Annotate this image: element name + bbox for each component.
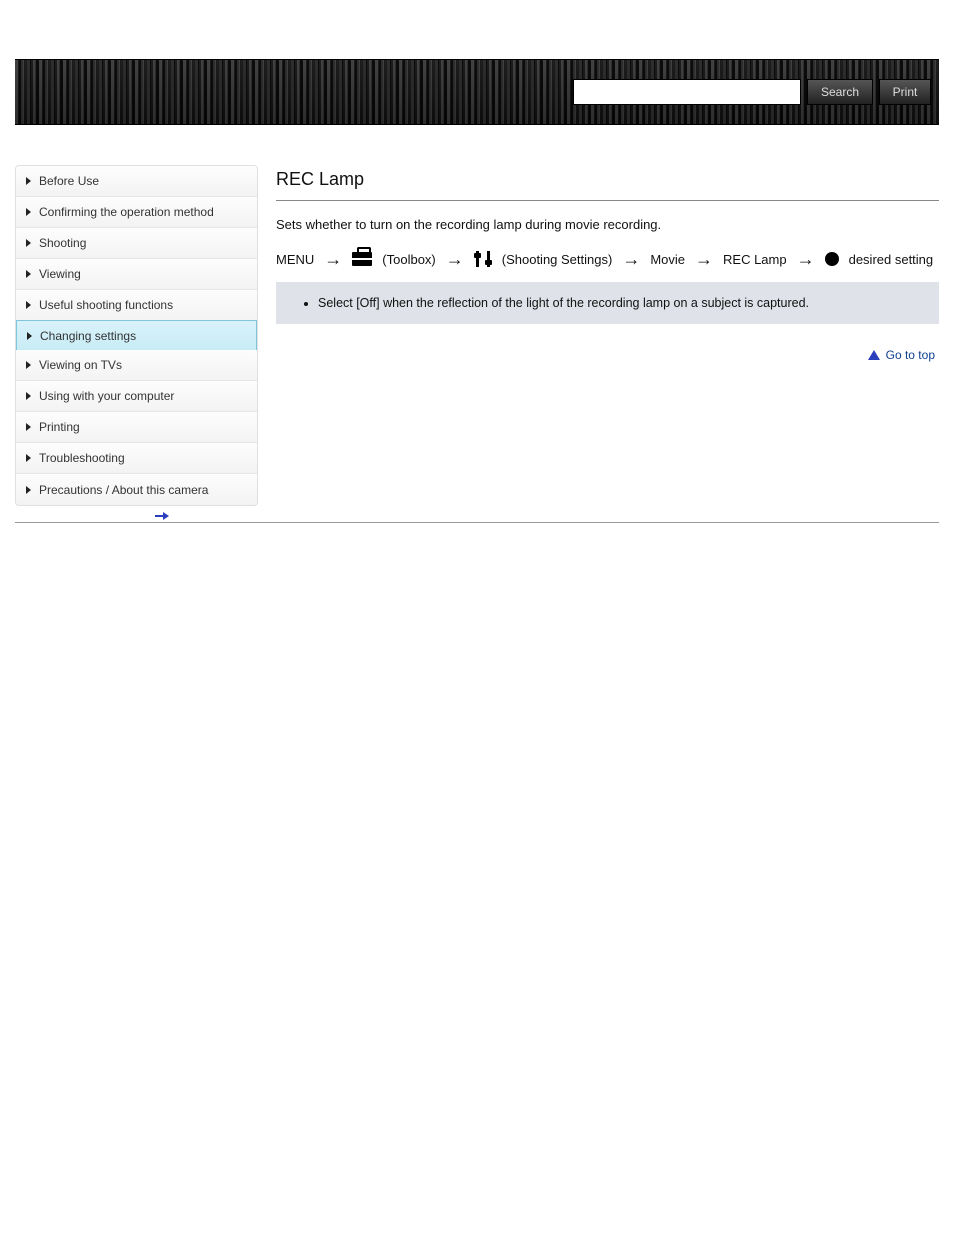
dot-icon [825, 252, 839, 266]
header-band: Search Print [15, 59, 939, 125]
sidebar-item-shooting[interactable]: Shooting [16, 228, 257, 259]
chevron-right-icon [26, 301, 31, 309]
chevron-right-icon [26, 361, 31, 369]
path-step: (Shooting Settings) [502, 252, 613, 267]
sidebar-item-label: Confirming the operation method [39, 205, 214, 219]
sidebar-item-label: Precautions / About this camera [39, 483, 208, 497]
sidebar-item-label: Troubleshooting [39, 451, 125, 465]
chevron-right-icon [26, 392, 31, 400]
chevron-right-icon [26, 239, 31, 247]
sidebar-item-precautions[interactable]: Precautions / About this camera [16, 474, 257, 505]
go-to-top-label: Go to top [886, 348, 935, 362]
sidebar-item-label: Using with your computer [39, 389, 174, 403]
arrow-right-icon: → [622, 250, 640, 268]
menu-path: MENU → (Toolbox) → (Shooting Settings) →… [276, 250, 939, 268]
arrow-right-icon [155, 512, 169, 520]
path-lead: MENU [276, 252, 314, 267]
path-step: (Toolbox) [382, 252, 435, 267]
toolbox-icon [352, 252, 372, 266]
sidebar-item-label: Viewing on TVs [39, 358, 122, 372]
divider [276, 200, 939, 201]
chevron-right-icon [26, 208, 31, 216]
path-step: Movie [650, 252, 685, 267]
search-button[interactable]: Search [807, 79, 873, 105]
triangle-up-icon [868, 350, 880, 360]
sidebar-item-troubleshooting[interactable]: Troubleshooting [16, 443, 257, 474]
sidebar-item-viewing-on-tvs[interactable]: Viewing on TVs [16, 350, 257, 381]
sidebar-item-label: Printing [39, 420, 80, 434]
sidebar-item-label: Shooting [39, 236, 86, 250]
sidebar-item-using-with-computer[interactable]: Using with your computer [16, 381, 257, 412]
sidebar-item-label: Changing settings [40, 329, 136, 343]
chevron-right-icon [26, 177, 31, 185]
arrow-right-icon: → [446, 250, 464, 268]
note-box: Select [Off] when the reflection of the … [276, 282, 939, 324]
arrow-right-icon: → [797, 250, 815, 268]
go-to-top-link[interactable]: Go to top [868, 348, 935, 362]
sidebar-item-confirming-operation[interactable]: Confirming the operation method [16, 197, 257, 228]
chevron-right-icon [26, 486, 31, 494]
sidebar: Before Use Confirming the operation meth… [15, 165, 258, 506]
sidebar-item-printing[interactable]: Printing [16, 412, 257, 443]
arrow-right-icon: → [695, 250, 713, 268]
sidebar-item-label: Useful shooting functions [39, 298, 173, 312]
chevron-right-icon [27, 332, 32, 340]
page-description: Sets whether to turn on the recording la… [276, 217, 939, 232]
sidebar-item-label: Before Use [39, 174, 99, 188]
page-title: REC Lamp [276, 169, 939, 190]
chevron-right-icon [26, 454, 31, 462]
content: REC Lamp Sets whether to turn on the rec… [276, 165, 939, 369]
chevron-right-icon [26, 270, 31, 278]
sidebar-item-useful-shooting[interactable]: Useful shooting functions [16, 290, 257, 321]
chevron-right-icon [26, 423, 31, 431]
arrow-right-icon: → [324, 250, 342, 268]
shooting-settings-icon [474, 251, 492, 267]
sidebar-item-before-use[interactable]: Before Use [16, 166, 257, 197]
sidebar-item-viewing[interactable]: Viewing [16, 259, 257, 290]
next-page-link[interactable] [15, 506, 939, 522]
note-text: Select [Off] when the reflection of the … [318, 296, 921, 310]
print-button[interactable]: Print [879, 79, 931, 105]
path-step: desired setting [849, 252, 934, 267]
sidebar-item-label: Viewing [39, 267, 81, 281]
divider [15, 522, 939, 523]
search-input[interactable] [573, 79, 801, 105]
path-step: REC Lamp [723, 252, 787, 267]
sidebar-item-changing-settings[interactable]: Changing settings [16, 320, 257, 351]
